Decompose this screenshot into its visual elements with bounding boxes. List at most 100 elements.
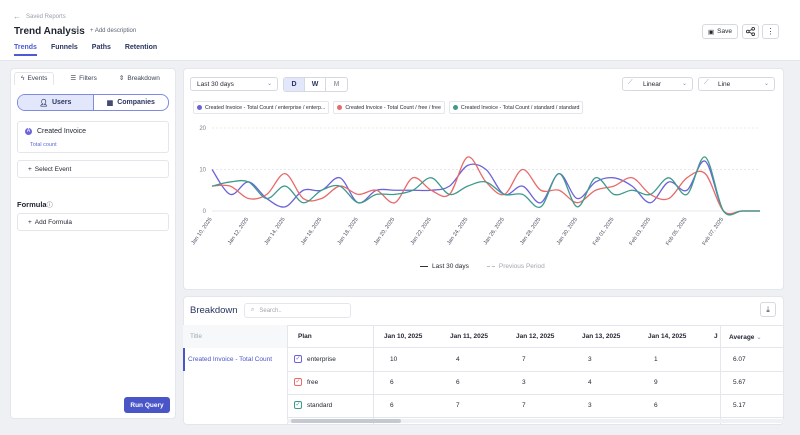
col-average-label: Average bbox=[729, 334, 755, 341]
col-date-4[interactable]: Jan 13, 2025 bbox=[582, 333, 620, 340]
chevron-down-icon: ⌄ bbox=[756, 334, 762, 341]
table-cell: 6 bbox=[654, 402, 658, 409]
formula-label: Formula bbox=[17, 200, 47, 209]
series-line-2[interactable] bbox=[211, 156, 761, 215]
granularity-day[interactable]: D bbox=[284, 78, 305, 91]
scrollbar-thumb[interactable] bbox=[291, 419, 401, 423]
series-checkbox[interactable]: ✓ bbox=[294, 355, 302, 363]
save-label: Save bbox=[717, 28, 732, 35]
x-tick-label: Jan 12, 2025 bbox=[227, 217, 250, 247]
tab-filters[interactable]: ☰ Filters bbox=[64, 72, 103, 85]
arrow-left-icon: ← bbox=[13, 12, 21, 21]
legend-chip-free[interactable]: Created Invoice - Total Count / free / f… bbox=[333, 101, 445, 114]
col-plan[interactable]: Plan bbox=[298, 333, 312, 340]
save-button[interactable]: ▣ Save bbox=[702, 24, 738, 39]
breakdown-search-input[interactable]: ⌕ Search.. bbox=[244, 303, 351, 318]
x-tick-label: Jan 30, 2025 bbox=[556, 217, 579, 247]
legend-label: Created Invoice - Total Count / standard… bbox=[460, 104, 580, 111]
table-cell: 4 bbox=[588, 379, 592, 386]
chevron-down-icon: ⌄ bbox=[266, 81, 272, 87]
tab-funnels[interactable]: Funnels bbox=[51, 44, 78, 56]
series-dot bbox=[337, 105, 343, 110]
event-metric[interactable]: Total count bbox=[30, 142, 57, 148]
dashed-line-icon bbox=[486, 265, 495, 268]
row-divider bbox=[287, 417, 784, 418]
y-tick-label: 10 bbox=[199, 168, 206, 174]
event-card[interactable]: A Created Invoice Total count bbox=[17, 121, 169, 153]
legend-label: Created Invoice - Total Count / enterpri… bbox=[205, 104, 326, 111]
formula-heading: Formulaⓘ bbox=[17, 200, 53, 209]
x-tick-label: Jan 28, 2025 bbox=[519, 217, 542, 247]
y-tick-label: 0 bbox=[203, 209, 207, 215]
info-icon[interactable]: ⓘ bbox=[47, 203, 53, 209]
series-dot bbox=[452, 105, 458, 110]
add-description-button[interactable]: + Add description bbox=[90, 28, 136, 34]
event-name: Created Invoice bbox=[37, 128, 87, 135]
run-query-button[interactable]: Run Query bbox=[124, 397, 170, 413]
x-tick-label: Feb 07, 2025 bbox=[702, 217, 726, 247]
col-average[interactable]: Average ⌄ bbox=[729, 333, 762, 341]
table-cell: 1 bbox=[654, 356, 658, 363]
companies-toggle-button[interactable]: ▦ Companies bbox=[94, 95, 169, 110]
granularity-week[interactable]: W bbox=[305, 78, 326, 91]
granularity-month[interactable]: M bbox=[326, 78, 347, 91]
plan-cell: ✓ enterprise bbox=[294, 355, 336, 363]
trend-line-chart: 0 10 20 Jan 10, 2025 Jan 12, 2025 Jan 14, 202… bbox=[190, 126, 761, 247]
series-legend: Created Invoice - Total Count / enterpri… bbox=[193, 101, 584, 114]
table-cell: 10 bbox=[390, 356, 398, 363]
average-cell: 5.17 bbox=[733, 402, 746, 409]
back-link[interactable]: ← Saved Reports bbox=[13, 12, 66, 21]
companies-label: Companies bbox=[117, 99, 155, 106]
table-cell: 7 bbox=[522, 402, 526, 409]
pencil-icon[interactable]: ✎ bbox=[74, 27, 81, 36]
chevron-down-icon: ⌄ bbox=[763, 81, 769, 87]
col-date-1[interactable]: Jan 10, 2025 bbox=[384, 333, 422, 340]
period-legend: Last 30 days Previous Period bbox=[420, 263, 545, 270]
select-event-button[interactable]: + Select Event bbox=[17, 160, 169, 178]
tab-breakdown[interactable]: ⇕ Breakdown bbox=[113, 72, 166, 85]
tab-paths[interactable]: Paths bbox=[92, 44, 111, 56]
building-icon: ▦ bbox=[106, 99, 114, 107]
average-cell: 5.67 bbox=[733, 379, 746, 386]
scale-select[interactable]: ⟋ Linear ⌄ bbox=[622, 77, 693, 91]
tab-events[interactable]: ϟ Events bbox=[14, 72, 55, 85]
date-range-value: Last 30 days bbox=[197, 80, 234, 88]
table-cell: 3 bbox=[588, 402, 592, 409]
chart-type-select[interactable]: ⟋ Line ⌄ bbox=[698, 77, 775, 91]
download-button[interactable]: ⤓ bbox=[760, 302, 776, 317]
previous-period-label: Previous Period bbox=[498, 263, 545, 270]
legend-current-period[interactable]: Last 30 days bbox=[420, 263, 469, 270]
x-tick-label: Jan 10, 2025 bbox=[190, 217, 213, 247]
plan-label: enterprise bbox=[307, 355, 336, 363]
users-toggle-button[interactable]: 👤︎ Users bbox=[18, 95, 94, 110]
current-period-label: Last 30 days bbox=[432, 263, 469, 270]
x-tick-label: Feb 01, 2025 bbox=[592, 217, 616, 247]
x-tick-label: Jan 26, 2025 bbox=[483, 217, 506, 247]
col-title: Title bbox=[190, 333, 203, 340]
col-date-3[interactable]: Jan 12, 2025 bbox=[516, 333, 554, 340]
row-title-cell[interactable]: Created Invoice - Total Count bbox=[188, 356, 272, 363]
search-placeholder: Search.. bbox=[259, 307, 282, 314]
col-date-5[interactable]: Jan 14, 2025 bbox=[648, 333, 686, 340]
share-icon bbox=[746, 27, 755, 36]
x-tick-label: Feb 05, 2025 bbox=[665, 217, 689, 247]
column-divider bbox=[287, 325, 288, 425]
share-button[interactable] bbox=[742, 24, 759, 39]
add-formula-button[interactable]: + Add Formula bbox=[17, 213, 169, 231]
tab-retention[interactable]: Retention bbox=[125, 44, 157, 56]
x-tick-label: Jan 20, 2025 bbox=[373, 217, 396, 247]
legend-previous-period[interactable]: Previous Period bbox=[486, 263, 545, 270]
col-date-2[interactable]: Jan 11, 2025 bbox=[450, 333, 488, 340]
legend-chip-standard[interactable]: Created Invoice - Total Count / standard… bbox=[448, 101, 584, 114]
series-checkbox[interactable]: ✓ bbox=[294, 401, 302, 409]
date-range-select[interactable]: Last 30 days ⌄ bbox=[190, 77, 278, 91]
series-checkbox[interactable]: ✓ bbox=[294, 378, 302, 386]
col-truncated[interactable]: J bbox=[714, 333, 718, 340]
legend-chip-enterprise[interactable]: Created Invoice - Total Count / enterpri… bbox=[193, 101, 330, 114]
tab-trends[interactable]: Trends bbox=[14, 44, 37, 56]
back-label: Saved Reports bbox=[26, 13, 66, 20]
solid-line-icon bbox=[420, 265, 428, 268]
more-options-button[interactable]: ⋮ bbox=[762, 24, 779, 39]
table-cell: 4 bbox=[456, 356, 460, 363]
select-event-label: Select Event bbox=[34, 165, 72, 173]
